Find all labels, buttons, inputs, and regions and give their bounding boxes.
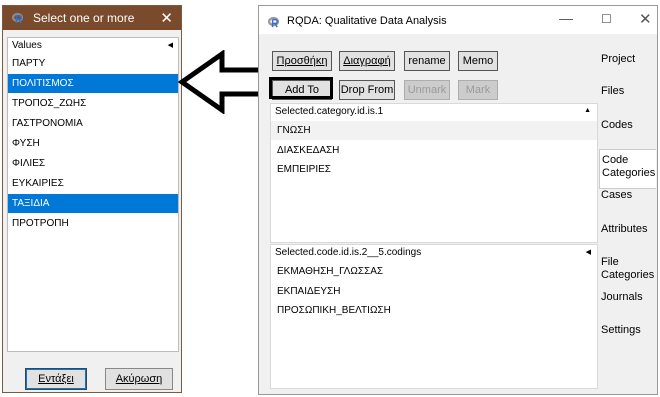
tab-journals[interactable]: Journals	[599, 291, 656, 304]
left-arrow-annotation	[178, 50, 269, 114]
panel-header: Selected.category.id.is.1	[275, 106, 384, 117]
list-item-culture[interactable]: ΠΟΛΙΤΙΣΜΟΣ	[8, 74, 178, 93]
drop-from-button[interactable]: Drop From	[339, 80, 395, 100]
codings-panel[interactable]: Selected.code.id.is.2__5.codings ◀ ΕΚΜΑΘ…	[270, 244, 598, 389]
window-title: RQDA: Qualitative Data Analysis	[287, 15, 447, 27]
ok-button[interactable]: Εντάξει	[25, 368, 87, 390]
tab-project[interactable]: Project	[599, 53, 656, 66]
r-logo-icon	[11, 12, 24, 24]
category-codes-panel[interactable]: Selected.category.id.is.1 ▲ ΓΝΩΣΗ ΔΙΑΣΚΕ…	[270, 103, 598, 243]
dialog-title-bar: Select one or more ✕	[3, 6, 181, 30]
select-dialog: Select one or more ✕ Values ◀ ΠΑΡΤΥ ΠΟΛΙ…	[2, 5, 182, 393]
list-item[interactable]: ΓΝΩΣΗ	[271, 121, 597, 140]
window-title-bar: RQDA: Qualitative Data Analysis — ☐ ✕	[259, 6, 657, 34]
list-item-friendships[interactable]: ΦΙΛΙΕΣ	[8, 154, 178, 173]
scroll-up-arrow-icon[interactable]: ▲	[584, 107, 591, 114]
tab-files[interactable]: Files	[599, 85, 656, 98]
list-item-gastronomy[interactable]: ΓΑΣΤΡΟΝΟΜΙΑ	[8, 114, 178, 133]
list-item[interactable]: ΕΜΠΕΙΡΙΕΣ	[271, 160, 597, 179]
list-item-travels[interactable]: ΤΑΞΙΔΙΑ	[8, 194, 178, 213]
mark-button[interactable]: Mark	[458, 80, 498, 100]
list-item[interactable]: ΕΚΠΑΙΔΕΥΣΗ	[271, 282, 597, 301]
minimize-icon[interactable]: —	[559, 10, 573, 26]
list-item[interactable]: ΔΙΑΣΚΕΔΑΣΗ	[271, 141, 597, 160]
r-logo-icon	[267, 16, 280, 28]
tab-file-categories[interactable]: File Categories	[599, 256, 656, 282]
rename-button[interactable]: rename	[404, 51, 450, 71]
delete-button[interactable]: Διαγραφή	[339, 51, 395, 71]
tab-code-categories[interactable]: Code Categories	[599, 149, 656, 189]
list-item-lifestyle[interactable]: ΤΡΟΠΟΣ_ΖΩΗΣ	[8, 94, 178, 113]
close-icon[interactable]: ✕	[639, 10, 652, 28]
list-item-opportunities[interactable]: ΕΥΚΑΙΡΙΕΣ	[8, 174, 178, 193]
maximize-icon[interactable]: ☐	[601, 12, 612, 26]
memo-button[interactable]: Memo	[458, 51, 498, 71]
dialog-title: Select one or more	[33, 11, 135, 25]
panel-header: Selected.code.id.is.2__5.codings	[275, 247, 422, 258]
list-header: Values	[12, 40, 42, 51]
dialog-close-icon[interactable]: ✕	[160, 9, 173, 27]
cancel-button[interactable]: Ακύρωση	[105, 368, 173, 390]
list-item-party[interactable]: ΠΑΡΤΥ	[8, 54, 178, 73]
list-item-encouragement[interactable]: ΠΡΟΤΡΟΠΗ	[8, 214, 178, 233]
list-item-nature[interactable]: ΦΥΣΗ	[8, 134, 178, 153]
rqda-window: RQDA: Qualitative Data Analysis — ☐ ✕ Πρ…	[258, 5, 658, 395]
tab-attributes[interactable]: Attributes	[599, 223, 656, 236]
tab-settings[interactable]: Settings	[599, 324, 656, 337]
tab-cases[interactable]: Cases	[599, 189, 656, 202]
scroll-left-arrow-icon[interactable]: ◀	[168, 41, 173, 49]
tab-codes[interactable]: Codes	[599, 119, 656, 132]
add-button[interactable]: Προσθήκη	[272, 51, 332, 71]
add-to-button[interactable]: Add To	[272, 80, 332, 100]
unmark-button[interactable]: Unmark	[404, 80, 450, 100]
values-listbox[interactable]: Values ◀ ΠΑΡΤΥ ΠΟΛΙΤΙΣΜΟΣ ΤΡΟΠΟΣ_ΖΩΗΣ ΓΑ…	[7, 37, 179, 352]
list-item[interactable]: ΠΡΟΣΩΠΙΚΗ_ΒΕΛΤΙΩΣΗ	[271, 301, 597, 320]
scroll-left-arrow-icon[interactable]: ◀	[586, 248, 591, 256]
list-item[interactable]: ΕΚΜΑΘΗΣΗ_ΓΛΩΣΣΑΣ	[271, 262, 597, 281]
